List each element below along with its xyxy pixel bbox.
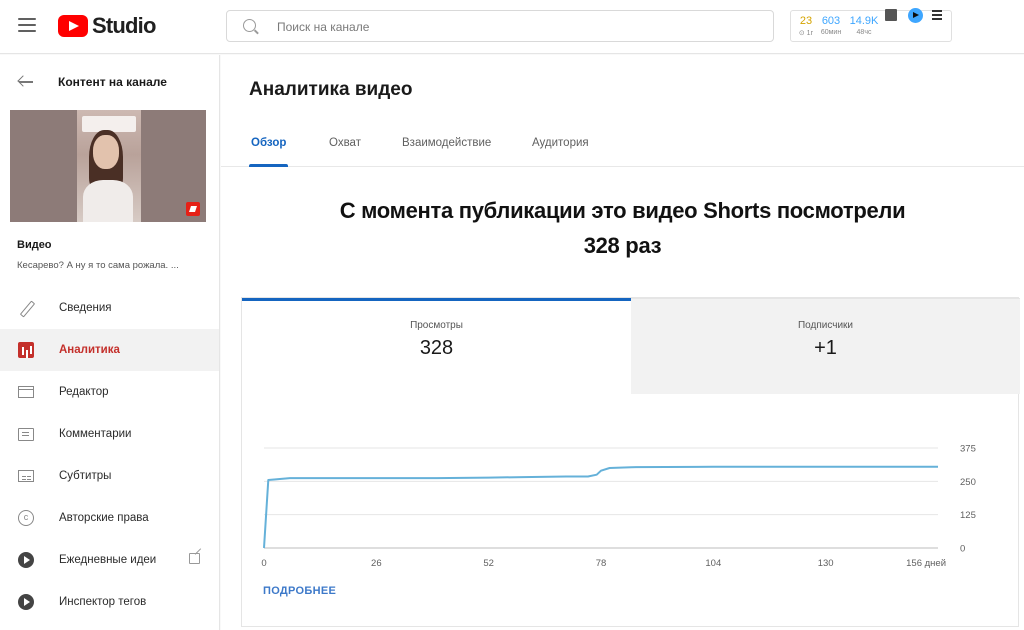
search-input[interactable] [277, 18, 757, 36]
metric-value: 328 [419, 337, 454, 359]
headline-line-1: С момента публикации это видео Shorts по… [339, 198, 906, 223]
sidebar-item-editor[interactable]: Редактор [0, 371, 219, 413]
editor-icon [18, 386, 34, 398]
thumbnail-body [83, 180, 133, 222]
extension-icon[interactable] [908, 8, 923, 23]
search-icon [243, 19, 256, 32]
x-tick-label: 156 дней [906, 558, 946, 569]
top-bar: Studio 23 ⊙ 1г 603 60мин 14.9K 48чс [0, 0, 1024, 54]
summary-headline: С момента публикации это видео Shorts по… [221, 193, 1024, 263]
sidebar-item-label: Инспектор тегов [59, 596, 147, 608]
menu-icon[interactable] [18, 18, 36, 32]
search-box[interactable] [226, 10, 774, 42]
realtime-stats-widget[interactable]: 23 ⊙ 1г 603 60мин 14.9K 48чс [790, 10, 952, 42]
tab-overview[interactable]: Обзор [248, 137, 289, 167]
y-tick-label: 125 [960, 510, 976, 521]
sidebar-item-label: Субтитры [59, 470, 112, 482]
shorts-icon [186, 202, 200, 216]
daily-ideas-icon [18, 552, 34, 568]
video-thumbnail[interactable] [10, 110, 206, 222]
metric-label: Подписчики [797, 320, 853, 331]
youtube-logo-icon [58, 15, 88, 37]
headline-line-2: 328 раз [583, 233, 662, 258]
logo-text: Studio [92, 13, 156, 38]
sidebar-item-label: Аналитика [59, 344, 120, 356]
stat-label: 60мин [820, 29, 842, 36]
tab-engagement[interactable]: Взаимодействие [402, 137, 491, 167]
sidebar-item-label: Ежедневные идеи [59, 554, 157, 566]
sidebar-nav: Сведения Аналитика Редактор Комментарии … [0, 287, 219, 623]
sidebar-item-copyright[interactable]: c Авторские права [0, 497, 219, 539]
main-content: Аналитика видео Обзор Охват Взаимодейств… [221, 55, 1024, 630]
analytics-icon [18, 342, 34, 358]
x-tick-label: 78 [596, 558, 607, 569]
sidebar-item-subtitles[interactable]: Субтитры [0, 455, 219, 497]
back-arrow-icon[interactable] [18, 75, 34, 89]
x-tick-label: 104 [705, 558, 721, 569]
sidebar-item-daily-ideas[interactable]: Ежедневные идеи [0, 539, 219, 581]
comments-icon [18, 427, 34, 441]
sidebar-item-label: Комментарии [59, 428, 132, 440]
sidebar-item-details[interactable]: Сведения [0, 287, 219, 329]
video-label: Видео [17, 239, 52, 251]
sidebar-item-analytics[interactable]: Аналитика [0, 329, 219, 371]
copyright-icon: c [18, 510, 34, 526]
sidebar-item-tag-inspector[interactable]: Инспектор тегов [0, 581, 219, 623]
metric-subscribers-tab[interactable]: Подписчики +1 [631, 298, 1020, 394]
metric-label: Просмотры [410, 320, 463, 331]
views-line-chart[interactable]: 0 125 250 375 0 26 52 78 104 130 156 дней [242, 428, 1020, 578]
thumbnail-image [77, 110, 141, 222]
metrics-card: Просмотры 328 Подписчики +1 0 125 250 375 0 2… [241, 297, 1020, 627]
stat-value: 603 [821, 15, 841, 27]
x-tick-label: 130 [818, 558, 834, 569]
stat-label: 48чс [856, 29, 872, 36]
y-tick-label: 375 [960, 444, 976, 455]
thumbnail-face [93, 135, 119, 169]
stat-label: ⊙ 1г [798, 30, 814, 37]
metric-value: +1 [814, 337, 837, 359]
sidebar-item-comments[interactable]: Комментарии [0, 413, 219, 455]
sidebar-item-label: Сведения [59, 302, 112, 314]
stat-subscribers: 23 ⊙ 1г [795, 15, 817, 37]
sidebar-item-label: Авторские права [59, 512, 149, 524]
x-tick-label: 0 [261, 558, 266, 569]
pencil-icon [18, 300, 34, 316]
studio-logo[interactable]: Studio [58, 13, 156, 39]
back-label[interactable]: Контент на канале [58, 75, 167, 89]
tab-reach[interactable]: Охват [329, 137, 361, 167]
stats-chart-icon[interactable] [885, 9, 897, 21]
video-title: Кесарево? А ну я то сама рожала. ... [17, 260, 179, 271]
y-tick-label: 250 [960, 477, 976, 488]
x-tick-label: 52 [483, 558, 494, 569]
y-tick-label: 0 [960, 544, 965, 555]
sidebar-item-label: Редактор [59, 386, 109, 398]
tab-audience[interactable]: Аудитория [532, 137, 589, 167]
page-title: Аналитика видео [249, 79, 413, 100]
stat-views-48h: 14.9K 48чс [848, 15, 880, 36]
series-line [263, 465, 938, 549]
metric-views-tab[interactable]: Просмотры 328 [242, 298, 631, 394]
stat-value: 23 [799, 15, 813, 27]
analytics-tabs: Обзор Охват Взаимодействие Аудитория [221, 131, 1024, 167]
stat-value: 14.9K [849, 15, 879, 27]
see-more-link[interactable]: ПОДРОБНЕЕ [263, 585, 336, 597]
external-link-icon[interactable] [189, 553, 200, 564]
tag-inspector-icon [18, 594, 34, 610]
x-tick-label: 26 [371, 558, 382, 569]
stat-views-60min: 603 60мин [819, 15, 843, 36]
back-to-content[interactable]: Контент на канале [18, 75, 167, 89]
list-menu-icon[interactable] [932, 10, 942, 22]
sidebar: Контент на канале Видео Кесарево? А ну я… [0, 55, 220, 630]
subtitles-icon [18, 470, 34, 482]
